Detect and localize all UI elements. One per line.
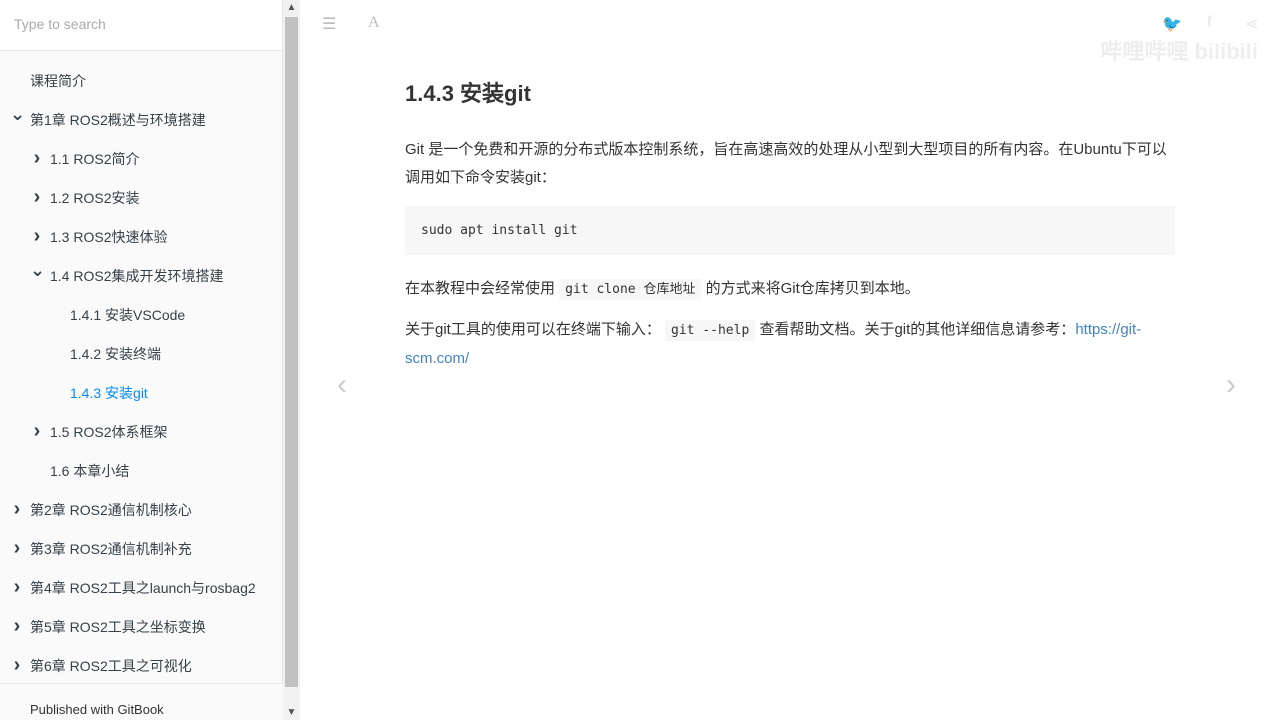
inline-code: git clone 仓库地址: [559, 279, 702, 300]
table-of-contents: 课程简介 ⌄ 第1章 ROS2概述与环境搭建 › 1.1 ROS2简介 › 1.2 ROS2…: [0, 51, 282, 685]
chevron-right-icon[interactable]: ›: [10, 498, 24, 521]
chevron-right-icon[interactable]: ›: [10, 537, 24, 560]
toc-item-label: 第4章 ROS2工具之launch与rosbag2: [30, 579, 256, 596]
toc-item-label: 课程简介: [30, 72, 86, 89]
page-content: 1.4.3 安装git Git 是一个免费和开源的分布式版本控制系统，旨在高速高…: [405, 72, 1175, 373]
help-paragraph: 关于git工具的使用可以在终端下输入： git --help 查看帮助文档。关于…: [405, 316, 1175, 373]
facebook-icon[interactable]: f: [1207, 14, 1211, 32]
toc-item-label: 1.4.2 安装终端: [70, 345, 162, 362]
toc-item[interactable]: › 第5章 ROS2工具之坐标变换: [0, 607, 282, 646]
toc-item-label: 第6章 ROS2工具之可视化: [30, 657, 192, 674]
chevron-right-icon[interactable]: ›: [30, 225, 44, 248]
toc-item-label: 第3章 ROS2通信机制补充: [30, 540, 192, 557]
scroll-up-icon[interactable]: ▲: [283, 2, 300, 13]
inline-code: git --help: [665, 320, 756, 341]
text: 的方式来将Git仓库拷贝到本地。: [701, 280, 920, 297]
toc-item[interactable]: › 1.2 ROS2安装: [0, 178, 282, 217]
prev-page-icon[interactable]: ‹: [337, 368, 347, 402]
toc-item-label: 第2章 ROS2通信机制核心: [30, 501, 192, 518]
toc-item-label: 1.4 ROS2集成开发环境搭建: [50, 267, 224, 284]
next-page-icon[interactable]: ›: [1226, 368, 1236, 402]
chevron-right-icon[interactable]: ›: [30, 420, 44, 443]
scrollbar-thumb[interactable]: [285, 17, 298, 687]
sidebar-scrollbar[interactable]: ▲ ▼: [283, 0, 300, 720]
toc-item[interactable]: 1.6 本章小结: [0, 451, 282, 490]
toc-item[interactable]: › 1.1 ROS2简介: [0, 139, 282, 178]
toc-item[interactable]: › 1.5 ROS2体系框架: [0, 412, 282, 451]
code-block: sudo apt install git: [405, 206, 1175, 255]
search-input[interactable]: [14, 16, 268, 32]
toc-item-label: 1.6 本章小结: [50, 462, 130, 479]
chevron-down-icon[interactable]: ⌄: [30, 260, 45, 281]
toc-item-label: 1.2 ROS2安装: [50, 189, 140, 206]
toc-item-label: 1.5 ROS2体系框架: [50, 423, 168, 440]
sidebar: 课程简介 ⌄ 第1章 ROS2概述与环境搭建 › 1.1 ROS2简介 › 1.2 ROS2…: [0, 0, 283, 720]
clone-paragraph: 在本教程中会经常使用 git clone 仓库地址 的方式来将Git仓库拷贝到本…: [405, 275, 1175, 304]
toc-item[interactable]: › 第6章 ROS2工具之可视化: [0, 646, 282, 685]
gitbook-footer-link[interactable]: Published with GitBook: [0, 683, 283, 720]
toc-item[interactable]: ⌄ 1.4 ROS2集成开发环境搭建: [0, 256, 282, 295]
text: 在本教程中会经常使用: [405, 280, 560, 297]
toc-item[interactable]: ⌄ 第1章 ROS2概述与环境搭建: [0, 100, 282, 139]
toc-item-label: 1.3 ROS2快速体验: [50, 228, 168, 245]
toc-item[interactable]: › 第3章 ROS2通信机制补充: [0, 529, 282, 568]
toc-item-label: 1.4.3 安装git: [70, 384, 148, 401]
share-icon[interactable]: ⋖: [1245, 14, 1258, 34]
chevron-right-icon[interactable]: ›: [30, 147, 44, 170]
font-settings-icon[interactable]: A: [368, 14, 380, 32]
chevron-right-icon[interactable]: ›: [30, 186, 44, 209]
text: 查看帮助文档。关于git的其他详细信息请参考：: [755, 321, 1076, 338]
toc-item[interactable]: 1.4.1 安装VSCode: [0, 295, 282, 334]
toc-item[interactable]: 1.4.2 安装终端: [0, 334, 282, 373]
toc-item[interactable]: 课程简介: [0, 61, 282, 100]
toc-item-label: 第5章 ROS2工具之坐标变换: [30, 618, 206, 635]
page-title: 1.4.3 安装git: [405, 81, 531, 106]
toc-item[interactable]: › 1.3 ROS2快速体验: [0, 217, 282, 256]
toc-item[interactable]: › 第2章 ROS2通信机制核心: [0, 490, 282, 529]
chevron-down-icon[interactable]: ⌄: [10, 104, 25, 125]
toc-item[interactable]: 1.4.3 安装git: [0, 373, 282, 412]
text: 关于git工具的使用可以在终端下输入：: [405, 321, 666, 338]
toc-item[interactable]: › 第4章 ROS2工具之launch与rosbag2: [0, 568, 282, 607]
watermark: 哔哩哔哩 bilibili: [1100, 39, 1258, 64]
chevron-right-icon[interactable]: ›: [10, 615, 24, 638]
chevron-right-icon[interactable]: ›: [10, 654, 24, 677]
toc-item-label: 1.1 ROS2简介: [50, 150, 140, 167]
intro-paragraph: Git 是一个免费和开源的分布式版本控制系统，旨在高速高效的处理从小型到大型项目…: [405, 141, 1167, 186]
menu-icon[interactable]: ☰: [322, 14, 336, 34]
search-bar: [0, 0, 282, 51]
toc-item-label: 1.4.1 安装VSCode: [70, 306, 186, 323]
chevron-right-icon[interactable]: ›: [10, 576, 24, 599]
toc-item-label: 第1章 ROS2概述与环境搭建: [30, 111, 206, 128]
scroll-down-icon[interactable]: ▼: [283, 707, 300, 718]
twitter-icon[interactable]: 🐦: [1162, 14, 1182, 34]
